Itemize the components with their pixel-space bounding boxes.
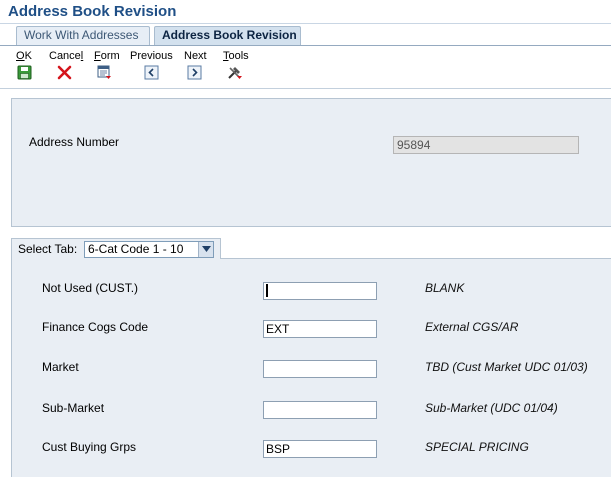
address-number-label: Address Number	[29, 135, 120, 149]
cancel-label: Cancel	[49, 50, 84, 62]
not-used-cust-input[interactable]	[263, 282, 377, 300]
cust-buying-grps-input[interactable]: BSP	[263, 440, 377, 458]
previous-label: Previous	[130, 50, 173, 62]
previous-button[interactable]: Previous	[130, 50, 173, 80]
tools-icon	[227, 65, 242, 80]
header-panel	[11, 98, 611, 227]
window-title: Address Book Revision	[8, 3, 177, 20]
not-used-cust-description: BLANK	[425, 281, 465, 295]
not-used-cust-label: Not Used (CUST.)	[42, 281, 139, 295]
cancel-x-icon	[57, 65, 72, 80]
market-label: Market	[42, 360, 79, 374]
save-icon	[17, 65, 32, 80]
cust-buying-grps-label: Cust Buying Grps	[42, 440, 137, 454]
market-input[interactable]	[263, 360, 377, 378]
finance-cogs-code-input[interactable]: EXT	[263, 320, 377, 338]
form-menu-icon	[97, 65, 112, 80]
toolbar-divider	[0, 88, 611, 89]
sub-market-input[interactable]	[263, 401, 377, 419]
select-tab-label: Select Tab:	[18, 242, 78, 256]
title-divider	[0, 23, 611, 24]
form-button[interactable]: Form	[94, 50, 120, 79]
tab-work-with-addresses[interactable]: Work With Addresses	[16, 26, 150, 45]
tools-label: Tools	[223, 50, 249, 62]
tools-button[interactable]: Tools	[223, 50, 249, 79]
tab-selector: Select Tab: 6-Cat Code 1 - 10	[11, 238, 221, 259]
dropdown-arrow-icon[interactable]	[198, 242, 213, 257]
address-number-field: 95894	[393, 136, 579, 154]
finance-cogs-code-description: External CGS/AR	[425, 320, 519, 334]
finance-cogs-code-label: Finance Cogs Code	[42, 320, 149, 334]
toolbar: OK Cancel Form Previous Next Tools	[0, 46, 611, 88]
next-button[interactable]: Next	[184, 50, 207, 80]
cust-buying-grps-description: SPECIAL PRICING	[425, 440, 529, 454]
chevron-left-icon	[144, 65, 159, 80]
form-label: Form	[94, 50, 120, 62]
cancel-button[interactable]: Cancel	[49, 50, 84, 80]
select-tab-value: 6-Cat Code 1 - 10	[88, 242, 184, 256]
text-cursor	[266, 284, 268, 297]
ok-button[interactable]: OK	[16, 50, 32, 80]
market-description: TBD (Cust Market UDC 01/03)	[425, 360, 588, 374]
sub-market-label: Sub-Market	[42, 401, 105, 415]
select-tab-dropdown[interactable]: 6-Cat Code 1 - 10	[84, 241, 214, 258]
next-label: Next	[184, 50, 207, 62]
sub-market-description: Sub-Market (UDC 01/04)	[425, 401, 558, 415]
ok-label: OK	[16, 50, 32, 62]
chevron-right-icon	[187, 65, 202, 80]
tab-address-book-revision[interactable]: Address Book Revision	[154, 26, 301, 45]
